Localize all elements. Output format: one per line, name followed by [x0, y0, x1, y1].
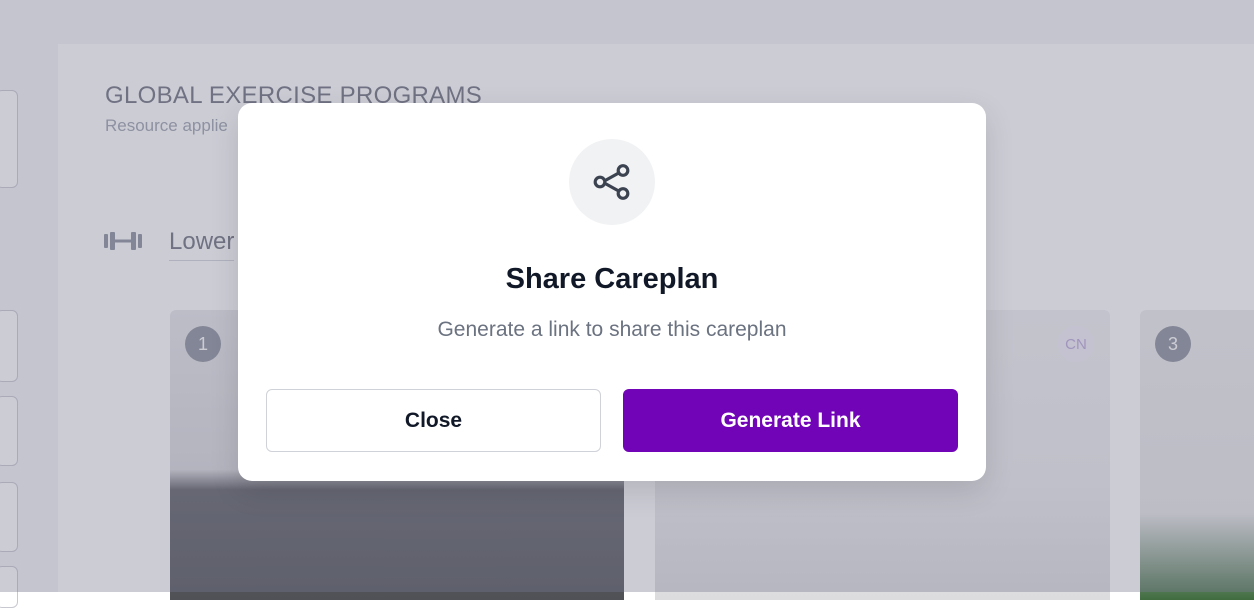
dialog-title: Share Careplan: [505, 263, 719, 295]
share-icon: [593, 164, 630, 200]
share-icon-container: [569, 139, 655, 225]
close-button[interactable]: Close: [266, 389, 601, 452]
dialog-description: Generate a link to share this careplan: [437, 318, 787, 341]
generate-link-button[interactable]: Generate Link: [623, 389, 958, 452]
share-careplan-dialog: Share Careplan Generate a link to share …: [238, 103, 986, 481]
